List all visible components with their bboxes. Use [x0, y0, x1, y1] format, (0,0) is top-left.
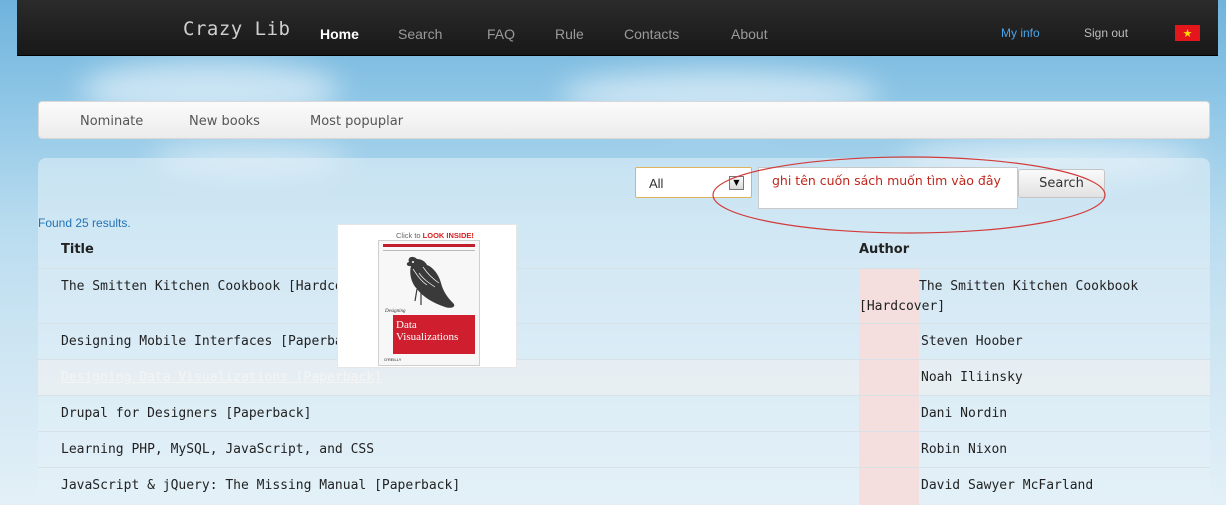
cover-publisher: O'REILLY: [384, 357, 402, 362]
nav-contacts[interactable]: Contacts: [624, 26, 679, 42]
vietnam-flag-icon[interactable]: ★: [1175, 25, 1200, 41]
column-header-author: Author: [859, 242, 910, 257]
table-row[interactable]: JavaScript & jQuery: The Missing Manual …: [38, 467, 1210, 505]
cover-title-line2: Visualizations: [396, 331, 459, 343]
category-select-value: All: [649, 176, 664, 191]
author-name: David Sawyer McFarland: [921, 478, 1094, 493]
my-info-link[interactable]: My info: [1001, 26, 1040, 40]
cover-divider: [383, 250, 475, 251]
table-row[interactable]: Designing Mobile Interfaces [Paperback] …: [38, 323, 1210, 360]
author-avatar-placeholder: [859, 396, 919, 432]
nav-about[interactable]: About: [731, 26, 768, 42]
book-title-link[interactable]: JavaScript & jQuery: The Missing Manual …: [61, 478, 460, 493]
author-name: Dani Nordin: [921, 406, 1008, 421]
book-title-link[interactable]: Drupal for Designers [Paperback]: [61, 406, 311, 421]
subnav-new-books[interactable]: New books: [189, 114, 260, 129]
nav-faq[interactable]: FAQ: [487, 26, 515, 42]
annotation-ellipse: [712, 156, 1106, 234]
book-cover-popup[interactable]: Click to LOOK INSIDE! Designing Data Vis…: [337, 224, 517, 368]
cover-title-line1: Data: [396, 319, 417, 331]
column-header-title: Title: [61, 242, 94, 257]
cover-title-block: Data Visualizations: [393, 315, 475, 354]
cover-series: Designing: [385, 309, 406, 314]
bird-illustration-icon: [406, 256, 455, 308]
sub-navbar: Nominate New books Most popuplar: [38, 101, 1210, 139]
look-inside-banner[interactable]: Click to LOOK INSIDE!: [396, 231, 474, 240]
author-avatar-placeholder: [859, 360, 919, 396]
look-inside-prefix: Click to: [396, 231, 423, 240]
subnav-most-popular[interactable]: Most popuplar: [310, 114, 403, 129]
book-title-link[interactable]: Designing Data Visualizations [Paperback…: [61, 370, 382, 385]
book-cover-image: Designing Data Visualizations O'REILLY: [378, 240, 480, 366]
nav-home[interactable]: Home: [320, 26, 359, 42]
brand-logo[interactable]: Crazy Lib: [183, 18, 290, 40]
cover-top-stripe: [383, 244, 475, 247]
author-avatar-placeholder: [859, 468, 919, 505]
author-name: Steven Hoober: [921, 334, 1023, 349]
look-inside-highlight: LOOK INSIDE!: [422, 231, 474, 240]
author-avatar-placeholder: [859, 324, 919, 360]
table-row[interactable]: Designing Data Visualizations [Paperback…: [38, 359, 1210, 396]
author-name: The Smitten Kitchen Cookbook [Hardcover]: [859, 279, 1139, 314]
nav-search[interactable]: Search: [398, 26, 442, 42]
author-name: Robin Nixon: [921, 442, 1008, 457]
nav-rule[interactable]: Rule: [555, 26, 584, 42]
author-name: Noah Iliinsky: [921, 370, 1023, 385]
results-count: Found 25 results.: [38, 216, 131, 230]
table-row[interactable]: Learning PHP, MySQL, JavaScript, and CSS…: [38, 431, 1210, 468]
sign-out-link[interactable]: Sign out: [1084, 26, 1128, 40]
book-title-link[interactable]: Learning PHP, MySQL, JavaScript, and CSS: [61, 442, 374, 457]
table-row[interactable]: Drupal for Designers [Paperback] Dani No…: [38, 395, 1210, 432]
subnav-nominate[interactable]: Nominate: [80, 114, 143, 129]
book-title-link[interactable]: Designing Mobile Interfaces [Paperback]: [61, 334, 366, 349]
table-row[interactable]: The Smitten Kitchen Cookbook [Hardcover]…: [38, 268, 1210, 324]
top-navbar: Crazy Lib Home Search FAQ Rule Contacts …: [17, 0, 1218, 56]
author-avatar-placeholder: [859, 432, 919, 468]
book-title-link[interactable]: The Smitten Kitchen Cookbook [Hardcover]: [61, 279, 374, 294]
